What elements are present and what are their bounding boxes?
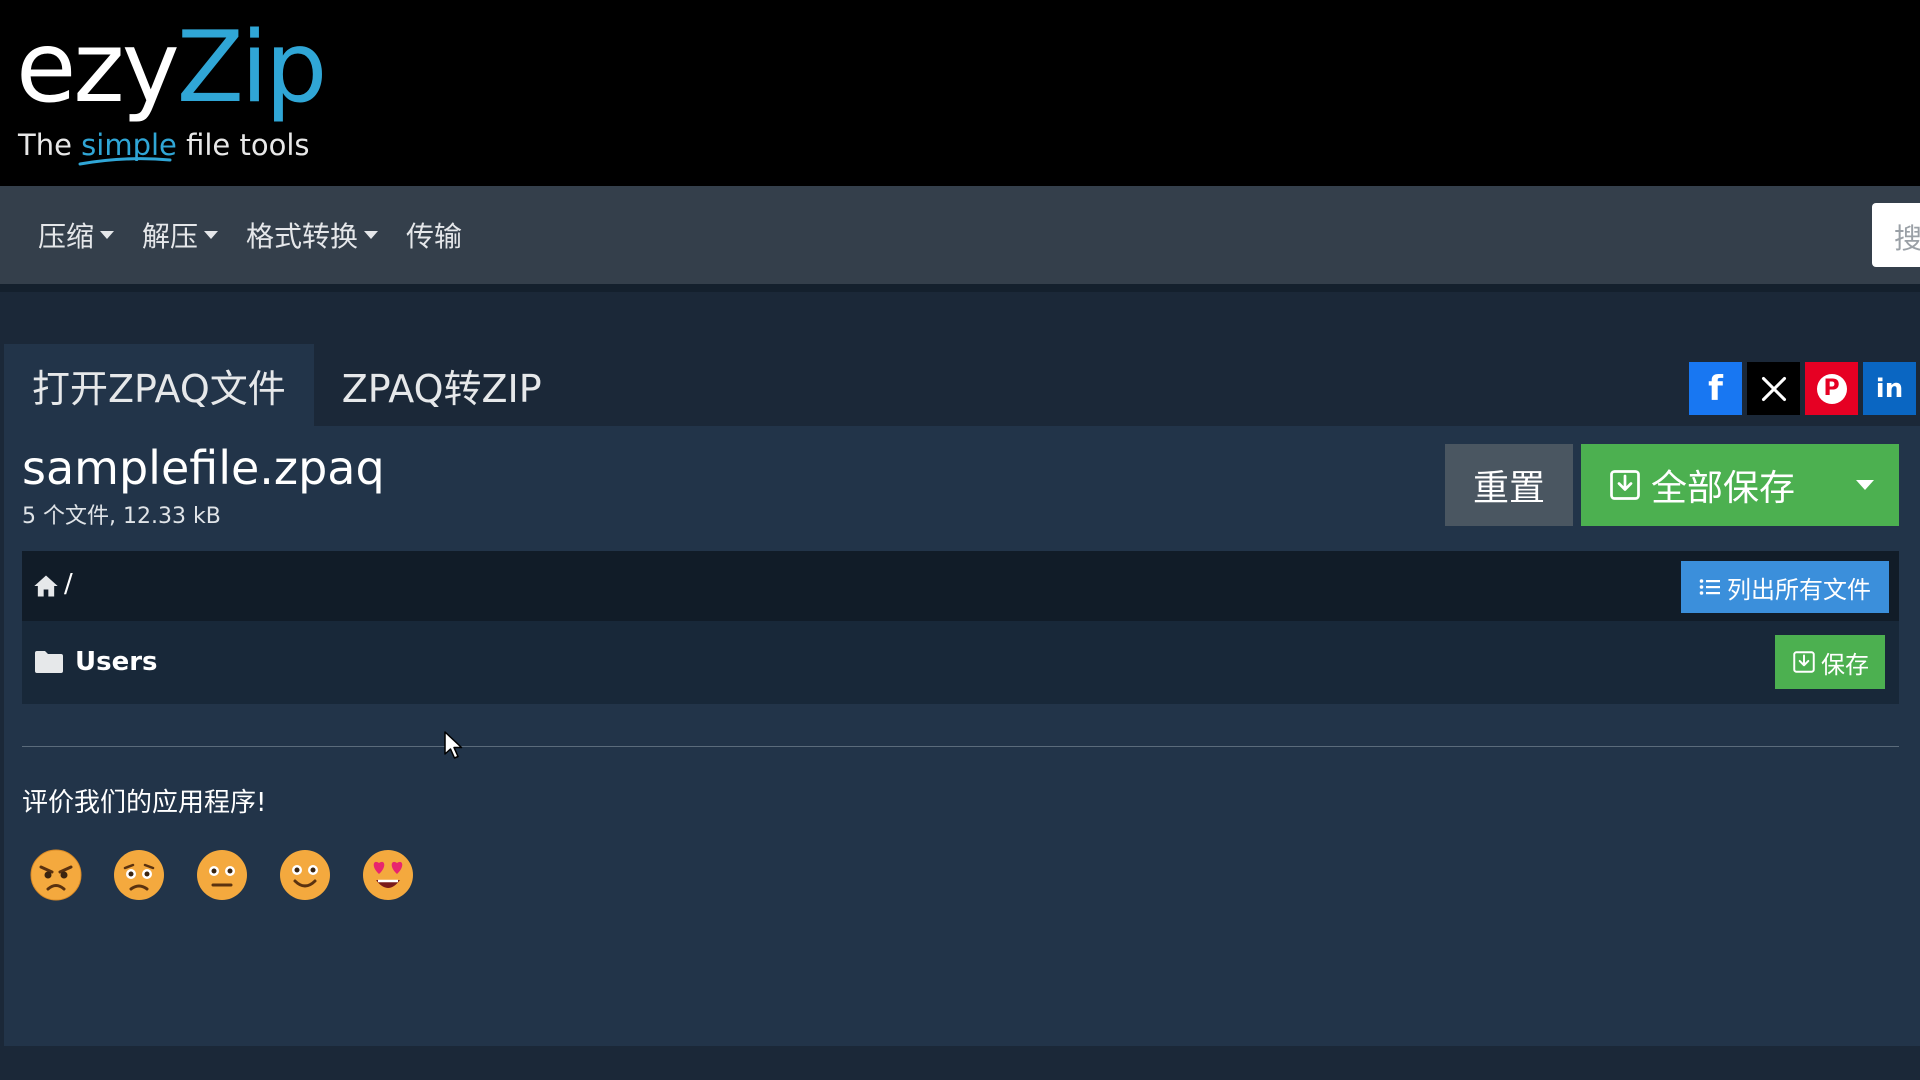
happy-face-icon[interactable] — [278, 848, 332, 902]
search-input[interactable]: 搜 — [1872, 203, 1920, 267]
nav-extract[interactable]: 解压 — [142, 215, 219, 255]
nav-convert[interactable]: 格式转换 — [246, 215, 379, 255]
chevron-down-icon — [364, 231, 379, 239]
reset-button[interactable]: 重置 — [1445, 444, 1573, 526]
tab-zpaq-to-zip[interactable]: ZPAQ转ZIP — [314, 344, 570, 426]
mouse-cursor-icon — [444, 731, 463, 759]
pinterest-glyph: P — [1816, 373, 1847, 404]
social-share: f P in — [1689, 362, 1920, 415]
breadcrumb-path: / — [64, 569, 73, 599]
list-all-files-button[interactable]: 列出所有文件 — [1681, 561, 1889, 613]
heart-eyes-face-icon[interactable] — [361, 848, 415, 902]
angry-face-icon[interactable] — [29, 848, 83, 902]
download-box-icon — [1793, 651, 1815, 673]
tab-open-zpaq[interactable]: 打开ZPAQ文件 — [4, 344, 314, 426]
list-icon — [1699, 579, 1720, 595]
chevron-down-icon — [100, 231, 115, 239]
neutral-face-icon[interactable] — [195, 848, 249, 902]
save-all-dropdown-toggle[interactable] — [1831, 444, 1899, 526]
nav-compress[interactable]: 压缩 — [38, 215, 115, 255]
file-summary: 5 个文件, 12.33 kB — [22, 504, 221, 529]
x-twitter-icon[interactable] — [1747, 362, 1800, 415]
download-box-icon — [1610, 470, 1640, 500]
rating-emojis — [29, 848, 444, 902]
save-all-button[interactable]: 全部保存 — [1581, 444, 1899, 526]
logo-swoosh — [78, 157, 172, 166]
rating-prompt: 评价我们的应用程序! — [22, 788, 267, 818]
chevron-down-icon — [1856, 480, 1874, 490]
list-item[interactable]: Users 保存 — [22, 621, 1899, 704]
pinterest-icon[interactable]: P — [1805, 362, 1858, 415]
section-divider — [22, 746, 1899, 747]
save-all-main[interactable]: 全部保存 — [1581, 459, 1831, 511]
x-logo-icon — [1761, 376, 1786, 401]
sad-face-icon[interactable] — [112, 848, 166, 902]
facebook-icon[interactable]: f — [1689, 362, 1742, 415]
tool-tabs: 打开ZPAQ文件 ZPAQ转ZIP — [4, 344, 570, 426]
file-browser-header: / 列出所有文件 — [22, 551, 1899, 621]
nav-transfer[interactable]: 传输 — [406, 215, 462, 255]
nav-shadow — [0, 284, 1920, 292]
site-header: ezyZip The simple file tools — [0, 0, 1920, 186]
linkedin-icon[interactable]: in — [1863, 362, 1916, 415]
logo-wordmark: ezyZip — [16, 11, 327, 125]
folder-icon — [35, 651, 63, 673]
main-nav: 压缩 解压 格式转换 传输 搜 — [0, 186, 1920, 284]
home-icon[interactable] — [32, 573, 60, 599]
file-name: samplefile.zpaq — [22, 441, 385, 495]
ezyzip-logo[interactable]: ezyZip The simple file tools — [16, 14, 327, 166]
save-folder-button[interactable]: 保存 — [1775, 635, 1885, 689]
chevron-down-icon — [204, 231, 219, 239]
folder-name[interactable]: Users — [75, 647, 158, 677]
